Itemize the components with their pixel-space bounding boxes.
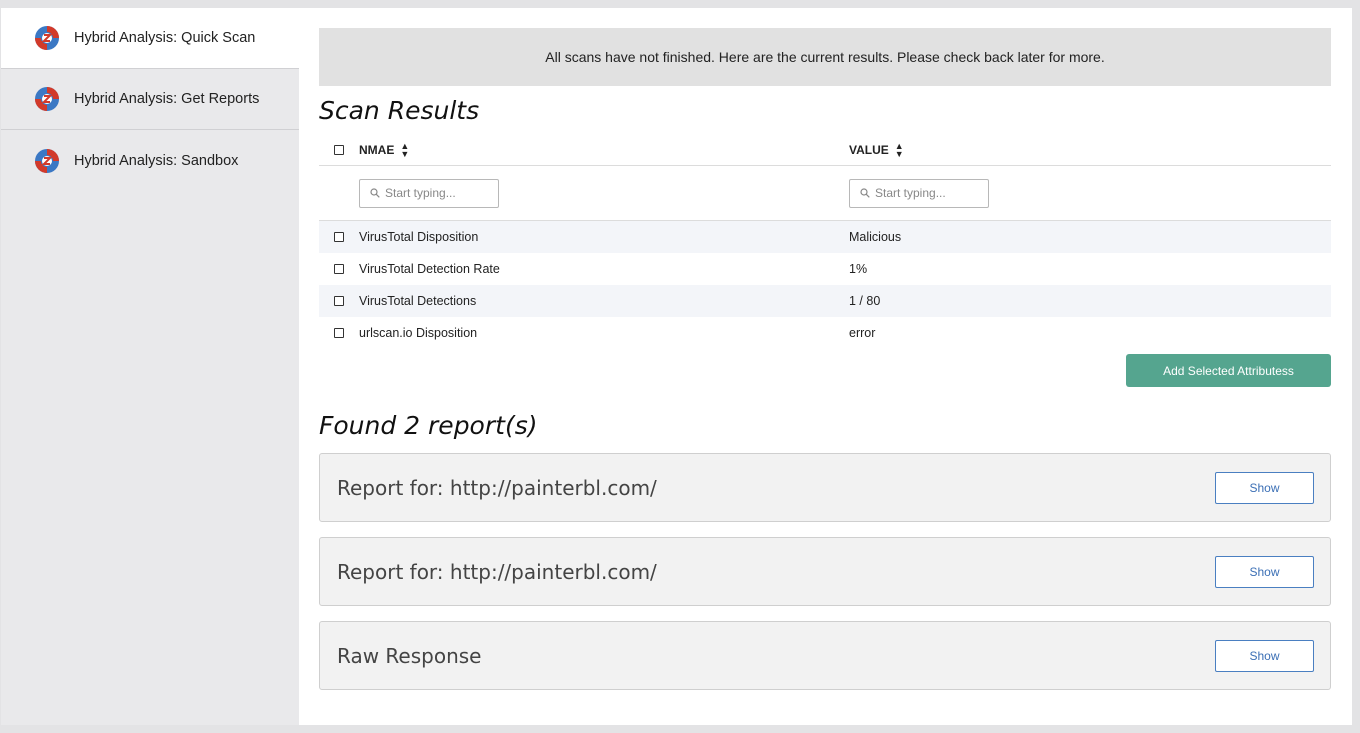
value-filter-input[interactable]: Start typing... <box>849 178 989 208</box>
status-banner: All scans have not finished. Here are th… <box>319 28 1331 86</box>
scan-results-title: Scan Results <box>319 96 480 125</box>
table-row: VirusTotal Disposition Malicious <box>319 221 1331 253</box>
show-raw-response-button[interactable]: Show <box>1215 639 1314 672</box>
scan-results-table: NMAE ▲ ▼ VALUE ▲ ▼ Start typing... Start… <box>319 135 1331 349</box>
sort-icon: ▲ ▼ <box>400 141 410 159</box>
name-filter-input[interactable]: Start typing... <box>359 178 499 208</box>
sidebar-item-label: Hybrid Analysis: Quick Scan <box>74 30 256 46</box>
column-header-name[interactable]: NMAE ▲ ▼ <box>359 141 849 159</box>
sidebar-item-label: Hybrid Analysis: Get Reports <box>74 91 260 107</box>
row-checkbox[interactable] <box>334 328 344 338</box>
report-panel: Report for: http://painterbl.com/ Show <box>319 453 1331 522</box>
add-selected-attributes-button[interactable]: Add Selected Attributess <box>1126 354 1331 387</box>
column-header-name-label: NMAE <box>359 143 395 157</box>
hybrid-analysis-logo-icon <box>35 87 59 111</box>
show-report-button[interactable]: Show <box>1215 555 1314 588</box>
sidebar: Hybrid Analysis: Quick Scan Hybrid Analy… <box>1 8 299 725</box>
main-content: All scans have not finished. Here are th… <box>299 8 1352 725</box>
sidebar-item-quick-scan[interactable]: Hybrid Analysis: Quick Scan <box>1 8 299 69</box>
raw-response-title: Raw Response <box>337 643 482 668</box>
search-icon <box>860 188 870 198</box>
row-checkbox[interactable] <box>334 296 344 306</box>
report-title: Report for: http://painterbl.com/ <box>337 475 657 500</box>
row-name: VirusTotal Detections <box>359 294 477 308</box>
row-value: error <box>849 326 876 340</box>
row-checkbox[interactable] <box>334 264 344 274</box>
row-name: VirusTotal Detection Rate <box>359 262 500 276</box>
table-row: urlscan.io Disposition error <box>319 317 1331 349</box>
hybrid-analysis-logo-icon <box>35 26 59 50</box>
sidebar-item-sandbox[interactable]: Hybrid Analysis: Sandbox <box>1 130 299 191</box>
sort-icon: ▲ ▼ <box>894 141 904 159</box>
table-row: VirusTotal Detections 1 / 80 <box>319 285 1331 317</box>
row-value: 1 / 80 <box>849 294 881 308</box>
filter-row: Start typing... Start typing... <box>319 166 1331 221</box>
row-name: VirusTotal Disposition <box>359 230 479 244</box>
value-filter-placeholder: Start typing... <box>875 186 946 200</box>
row-value: Malicious <box>849 230 902 244</box>
raw-response-panel: Raw Response Show <box>319 621 1331 690</box>
found-reports-title: Found 2 report(s) <box>319 411 538 440</box>
search-icon <box>370 188 380 198</box>
report-title: Report for: http://painterbl.com/ <box>337 559 657 584</box>
report-panel: Report for: http://painterbl.com/ Show <box>319 537 1331 606</box>
sidebar-item-label: Hybrid Analysis: Sandbox <box>74 152 239 169</box>
table-row: VirusTotal Detection Rate 1% <box>319 253 1331 285</box>
select-all-checkbox[interactable] <box>334 145 344 155</box>
column-header-value-label: VALUE <box>849 143 889 157</box>
status-banner-text: All scans have not finished. Here are th… <box>545 49 1105 65</box>
row-checkbox[interactable] <box>334 232 344 242</box>
app-frame: Hybrid Analysis: Quick Scan Hybrid Analy… <box>1 8 1352 725</box>
row-name: urlscan.io Disposition <box>359 326 478 340</box>
show-report-button[interactable]: Show <box>1215 471 1314 504</box>
column-header-value[interactable]: VALUE ▲ ▼ <box>849 141 904 159</box>
sidebar-item-get-reports[interactable]: Hybrid Analysis: Get Reports <box>1 69 299 130</box>
name-filter-placeholder: Start typing... <box>385 186 456 200</box>
row-value: 1% <box>849 262 868 276</box>
table-header: NMAE ▲ ▼ VALUE ▲ ▼ <box>319 135 1331 166</box>
hybrid-analysis-logo-icon <box>35 148 59 173</box>
